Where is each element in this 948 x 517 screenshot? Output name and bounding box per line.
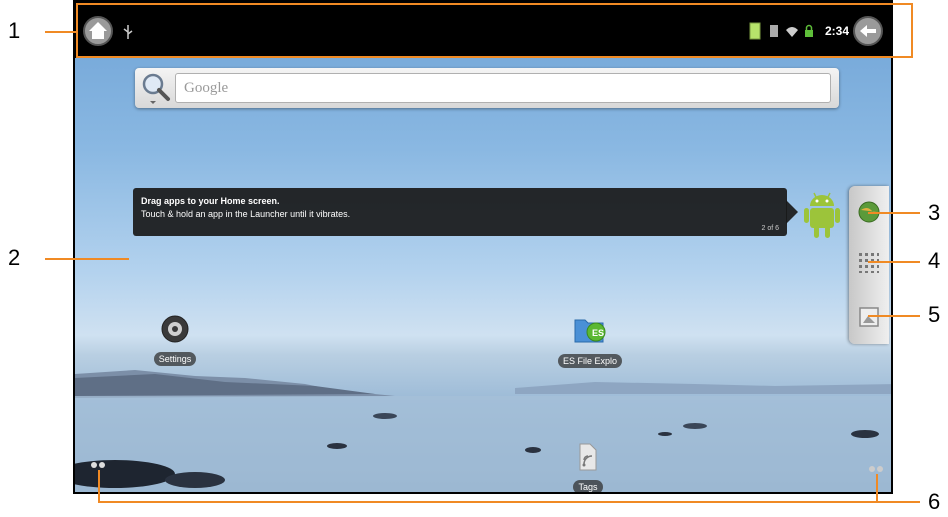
callout-4: 4: [928, 248, 941, 273]
callout-line: [98, 470, 100, 501]
home-screen: 2:34 Google Drag apps to your Home scree…: [73, 0, 893, 494]
callout-line: [98, 501, 920, 503]
android-robot-icon: [804, 192, 840, 238]
callout-line: [45, 258, 129, 260]
app-label: Settings: [153, 352, 197, 366]
app-es-file-explorer[interactable]: ES ES File Explo: [550, 312, 630, 369]
callout-frame-status-bar: [76, 3, 913, 58]
search-input[interactable]: Google: [175, 73, 831, 103]
search-widget: Google: [135, 68, 839, 108]
search-icon[interactable]: [141, 71, 171, 105]
callout-2: 2: [8, 245, 21, 270]
callout-line: [868, 212, 920, 214]
tip-title: Drag apps to your Home screen.: [141, 196, 280, 206]
app-launcher-icon[interactable]: [858, 252, 880, 274]
settings-icon: [161, 315, 189, 343]
svg-text:ES: ES: [592, 328, 604, 338]
tip-page-indicator: 2 of 6: [761, 225, 779, 232]
app-tags[interactable]: Tags: [563, 440, 613, 492]
tip-bubble[interactable]: Drag apps to your Home screen. Touch & h…: [133, 188, 787, 236]
tags-icon: [579, 443, 597, 471]
callout-3: 3: [928, 200, 941, 225]
page-indicator-right-icon[interactable]: [867, 464, 887, 474]
launcher-sidebar: [849, 186, 889, 344]
callout-line: [868, 315, 920, 317]
callout-line: [45, 31, 76, 33]
tip-body: Touch & hold an app in the Launcher unti…: [141, 209, 351, 219]
es-file-explorer-icon: ES: [574, 319, 606, 343]
app-label: Tags: [573, 480, 603, 492]
callout-line: [868, 261, 920, 263]
wallpaper-icon[interactable]: [858, 306, 880, 328]
callout-6: 6: [928, 489, 941, 514]
app-settings[interactable]: Settings: [147, 314, 203, 367]
callout-5: 5: [928, 302, 941, 327]
tip-pointer-icon: [786, 200, 798, 224]
app-label: ES File Explo: [557, 354, 623, 368]
page-indicator-left-icon[interactable]: [89, 460, 109, 470]
callout-line: [876, 474, 878, 501]
callout-1: 1: [8, 18, 21, 43]
